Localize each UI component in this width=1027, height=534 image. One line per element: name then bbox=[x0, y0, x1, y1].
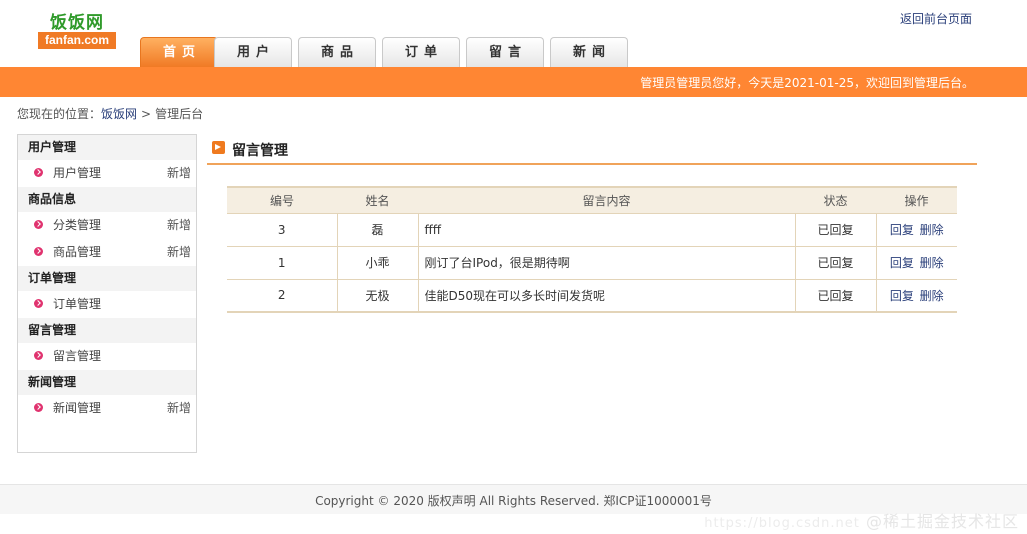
column-header-name: 姓名 bbox=[337, 186, 418, 214]
sidebar-item-news-management[interactable]: 新闻管理 新增 bbox=[18, 395, 196, 422]
cell-status: 已回复 bbox=[794, 279, 876, 313]
nav-tab-orders[interactable]: 订单 bbox=[382, 37, 460, 67]
watermark-url: https://blog.csdn.net bbox=[704, 516, 860, 531]
column-header-id: 编号 bbox=[227, 186, 337, 214]
arrow-bullet-icon bbox=[34, 168, 43, 177]
column-header-content: 留言内容 bbox=[418, 186, 795, 214]
sidebar-item-label: 留言管理 bbox=[53, 349, 102, 363]
sidebar-add-user-link[interactable]: 新增 bbox=[167, 160, 191, 187]
sidebar-item-message-management[interactable]: 留言管理 bbox=[18, 343, 196, 370]
sidebar-item-label: 新闻管理 bbox=[53, 401, 102, 415]
breadcrumb-prefix: 您现在的位置： bbox=[17, 107, 102, 121]
cell-content: ffff bbox=[417, 213, 795, 247]
welcome-text: 管理员管理员您好，今天是2021-01-25，欢迎回到管理后台。 bbox=[640, 76, 974, 90]
cell-id: 1 bbox=[227, 246, 337, 280]
breadcrumb-site-link[interactable]: 饭饭网 bbox=[101, 107, 137, 121]
table-row: 1 小乖 刚订了台IPod，很是期待啊 已回复 回复 删除 bbox=[227, 246, 957, 280]
reply-link[interactable]: 回复 bbox=[890, 256, 914, 270]
panel-header: 留言管理 bbox=[207, 136, 977, 165]
cell-name: 无极 bbox=[336, 279, 418, 313]
arrow-bullet-icon bbox=[34, 247, 43, 256]
messages-table: 编号 姓名 留言内容 状态 操作 3 磊 ffff 已回复 回复 删除 1 小乖… bbox=[227, 186, 957, 313]
cell-id: 3 bbox=[227, 213, 337, 247]
cell-actions: 回复 删除 bbox=[875, 279, 957, 313]
sidebar-item-user-management[interactable]: 用户管理 新增 bbox=[18, 160, 196, 187]
sidebar-group-title: 留言管理 bbox=[18, 318, 196, 343]
reply-link[interactable]: 回复 bbox=[890, 223, 914, 237]
table-row: 2 无极 佳能D50现在可以多长时间发货呢 已回复 回复 删除 bbox=[227, 279, 957, 313]
table-row: 3 磊 ffff 已回复 回复 删除 bbox=[227, 213, 957, 247]
header: 饭饭网 fanfan.com 返回前台页面 首页 用户 商品 订单 留言 新闻 bbox=[0, 0, 1027, 67]
table-header-row: 编号 姓名 留言内容 状态 操作 bbox=[227, 186, 957, 214]
sidebar-item-category-management[interactable]: 分类管理 新增 bbox=[18, 212, 196, 239]
watermark-text: @稀土掘金技术社区 bbox=[865, 512, 1019, 531]
page-title: 留言管理 bbox=[232, 143, 288, 159]
cell-id: 2 bbox=[227, 279, 337, 313]
nav-tab-products[interactable]: 商品 bbox=[298, 37, 376, 67]
arrow-bullet-icon bbox=[34, 220, 43, 229]
sidebar-group-title: 新闻管理 bbox=[18, 370, 196, 395]
logo-cn-text: 饭饭网 bbox=[50, 13, 104, 33]
breadcrumb: 您现在的位置：饭饭网 > 管理后台 bbox=[17, 105, 203, 122]
sidebar: 用户管理 用户管理 新增 商品信息 分类管理 新增 商品管理 新增 订单管理 订… bbox=[17, 134, 197, 453]
sidebar-item-product-management[interactable]: 商品管理 新增 bbox=[18, 239, 196, 266]
column-header-status: 状态 bbox=[795, 186, 876, 214]
breadcrumb-current: 管理后台 bbox=[155, 107, 204, 121]
sidebar-group-news: 新闻管理 新闻管理 新增 bbox=[18, 370, 196, 422]
arrow-bullet-icon bbox=[34, 403, 43, 412]
delete-link[interactable]: 删除 bbox=[920, 256, 944, 270]
nav-tab-users[interactable]: 用户 bbox=[214, 37, 292, 67]
nav-tab-news[interactable]: 新闻 bbox=[550, 37, 628, 67]
sidebar-item-label: 用户管理 bbox=[53, 166, 102, 180]
sidebar-group-messages: 留言管理 留言管理 bbox=[18, 318, 196, 370]
cell-name: 磊 bbox=[336, 213, 418, 247]
sidebar-item-label: 订单管理 bbox=[53, 297, 102, 311]
sidebar-add-product-link[interactable]: 新增 bbox=[167, 239, 191, 266]
sidebar-item-order-management[interactable]: 订单管理 bbox=[18, 291, 196, 318]
logo-en-text: fanfan.com bbox=[38, 32, 116, 49]
arrow-bullet-icon bbox=[34, 351, 43, 360]
cell-content: 佳能D50现在可以多长时间发货呢 bbox=[417, 279, 795, 313]
nav-tab-messages[interactable]: 留言 bbox=[466, 37, 544, 67]
copyright-text: Copyright © 2020 版权声明 All Rights Reserve… bbox=[315, 494, 712, 508]
cell-status: 已回复 bbox=[794, 246, 876, 280]
sidebar-group-title: 用户管理 bbox=[18, 135, 196, 160]
delete-link[interactable]: 删除 bbox=[920, 223, 944, 237]
breadcrumb-separator: > bbox=[141, 107, 152, 121]
delete-link[interactable]: 删除 bbox=[920, 289, 944, 303]
sidebar-item-label: 商品管理 bbox=[53, 245, 102, 259]
sidebar-item-label: 分类管理 bbox=[53, 218, 102, 232]
column-header-actions: 操作 bbox=[876, 186, 957, 214]
cell-content: 刚订了台IPod，很是期待啊 bbox=[417, 246, 795, 280]
nav-tab-home[interactable]: 首页 bbox=[140, 37, 218, 67]
sidebar-add-category-link[interactable]: 新增 bbox=[167, 212, 191, 239]
sidebar-add-news-link[interactable]: 新增 bbox=[167, 395, 191, 422]
back-to-frontend-link[interactable]: 返回前台页面 bbox=[900, 10, 972, 27]
cell-name: 小乖 bbox=[336, 246, 418, 280]
sidebar-group-products: 商品信息 分类管理 新增 商品管理 新增 bbox=[18, 187, 196, 266]
sidebar-group-title: 订单管理 bbox=[18, 266, 196, 291]
cell-status: 已回复 bbox=[794, 213, 876, 247]
sidebar-group-title: 商品信息 bbox=[18, 187, 196, 212]
cell-actions: 回复 删除 bbox=[875, 246, 957, 280]
arrow-right-icon bbox=[212, 141, 225, 154]
top-bar: 管理员管理员您好，今天是2021-01-25，欢迎回到管理后台。 bbox=[0, 67, 1027, 97]
sidebar-group-users: 用户管理 用户管理 新增 bbox=[18, 135, 196, 187]
arrow-bullet-icon bbox=[34, 299, 43, 308]
cell-actions: 回复 删除 bbox=[875, 213, 957, 247]
site-logo[interactable]: 饭饭网 fanfan.com bbox=[38, 7, 118, 49]
watermark: https://blog.csdn.net @稀土掘金技术社区 bbox=[704, 508, 1019, 532]
reply-link[interactable]: 回复 bbox=[890, 289, 914, 303]
sidebar-group-orders: 订单管理 订单管理 bbox=[18, 266, 196, 318]
